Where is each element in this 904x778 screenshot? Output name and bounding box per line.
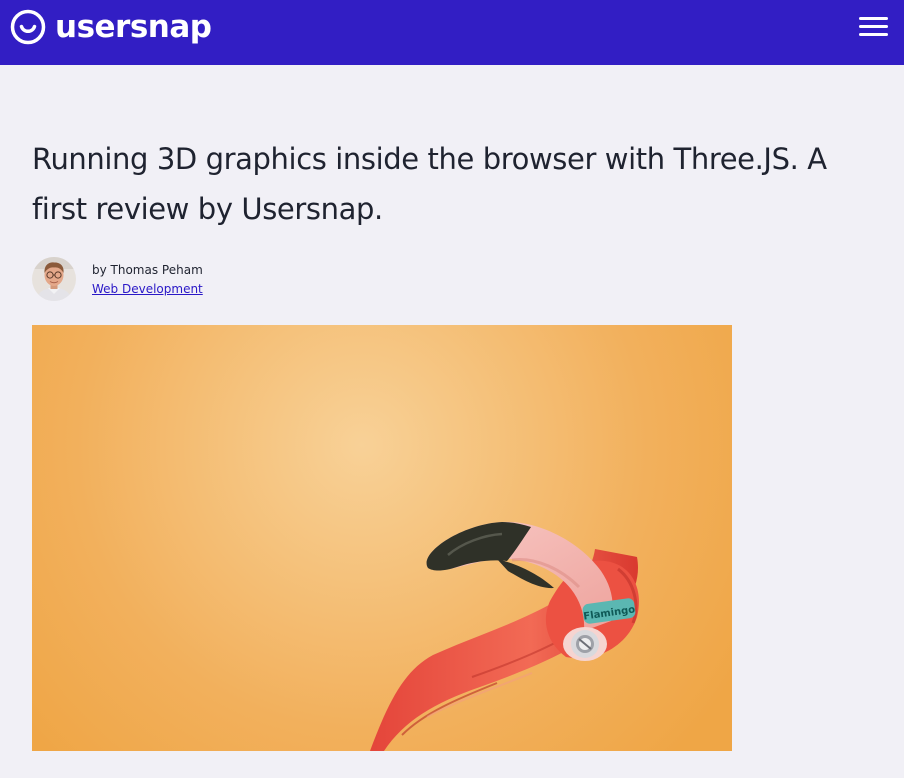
- article-title: Running 3D graphics inside the browser w…: [32, 142, 827, 226]
- author-byline: by Thomas Peham: [92, 263, 203, 277]
- hero-image: Flamingo: [32, 325, 732, 751]
- usersnap-logo[interactable]: usersnap: [10, 9, 212, 45]
- menu-line: [859, 17, 888, 20]
- menu-line: [859, 33, 888, 36]
- top-navigation-bar: usersnap: [0, 0, 904, 65]
- menu-line: [859, 25, 888, 28]
- author-avatar: [32, 257, 76, 301]
- usersnap-wordmark: usersnap: [55, 9, 212, 45]
- hamburger-menu-icon[interactable]: [857, 15, 889, 39]
- category-link[interactable]: Web Development: [92, 281, 203, 297]
- flamingo-illustration: Flamingo: [32, 325, 732, 751]
- usersnap-logo-icon: [10, 9, 46, 45]
